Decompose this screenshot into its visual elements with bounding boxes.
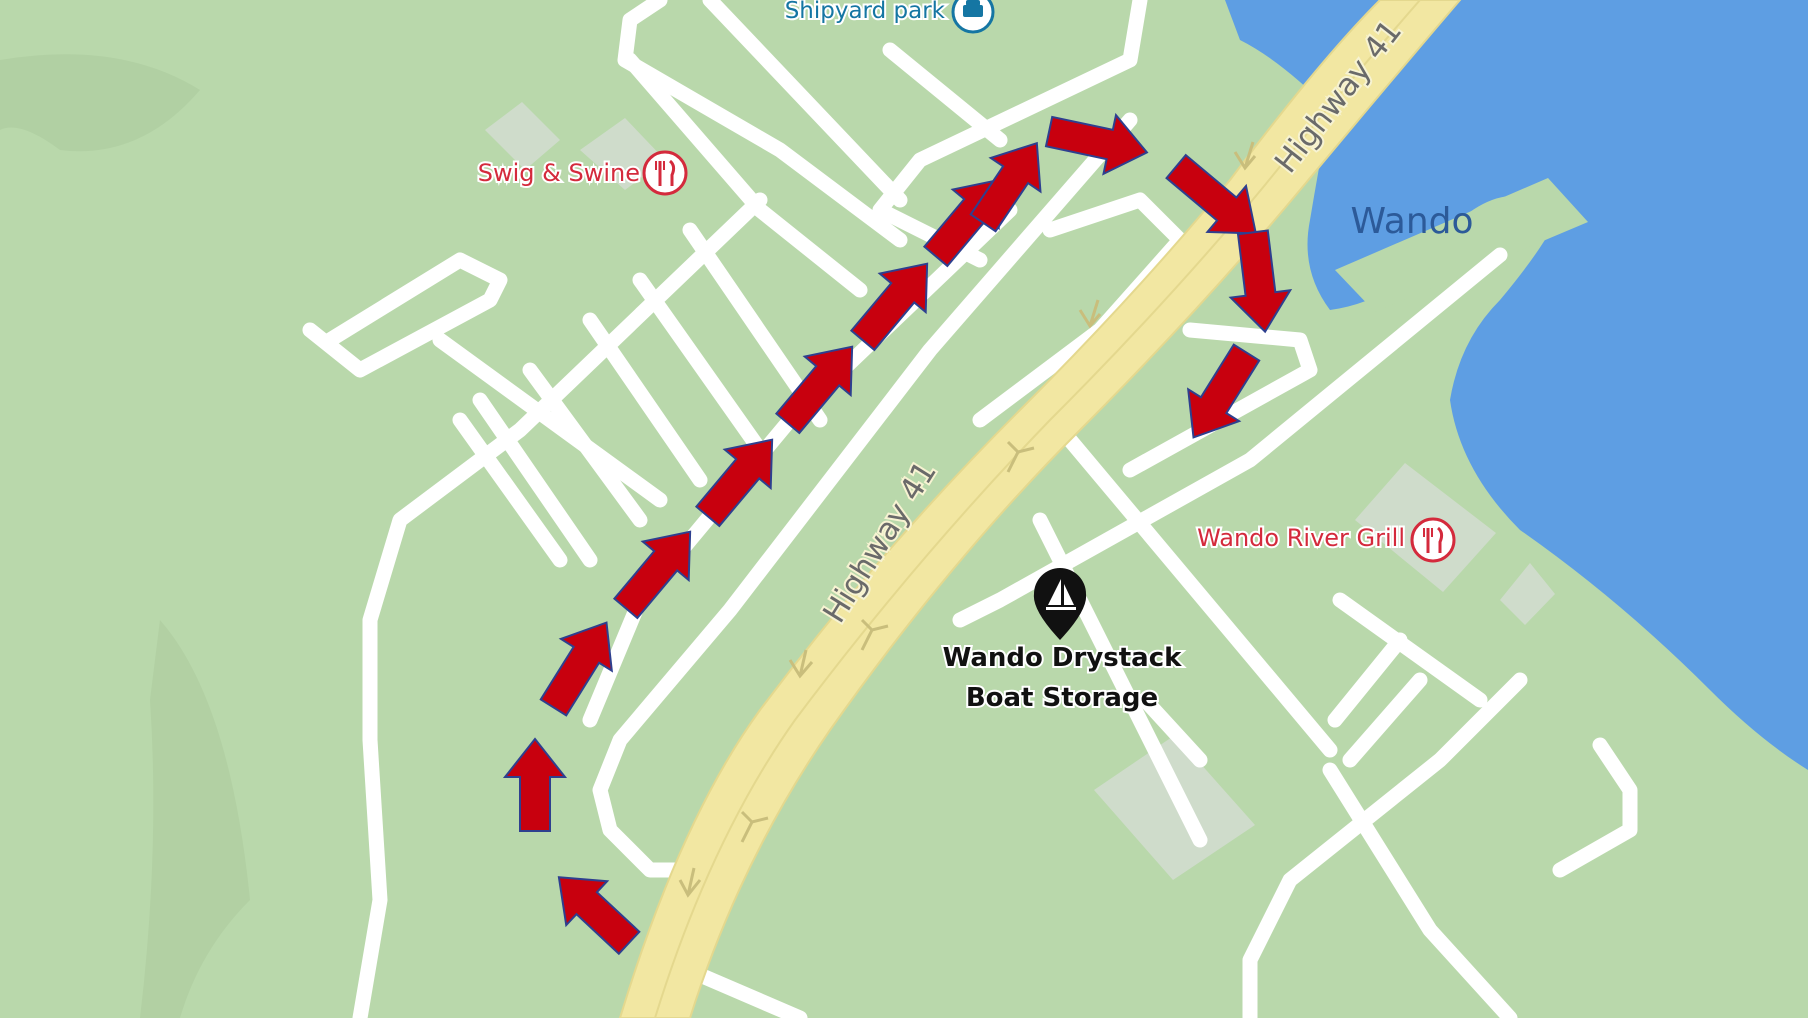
poi-label-line1: Wando Drystack — [943, 643, 1183, 673]
playground-icon — [951, 0, 995, 34]
map-canvas[interactable]: Highway 41 Highway 41 Wando Shipyard par… — [0, 0, 1808, 1018]
poi-label: Swig & Swine — [478, 159, 640, 187]
restaurant-icon — [1410, 517, 1456, 563]
poi-label-line2: Boat Storage — [966, 683, 1158, 713]
restaurant-icon — [642, 150, 688, 196]
poi-label: Wando River Grill — [1197, 524, 1405, 552]
poi-label: Shipyard park — [785, 0, 946, 24]
water-label: Wando — [1350, 201, 1473, 242]
